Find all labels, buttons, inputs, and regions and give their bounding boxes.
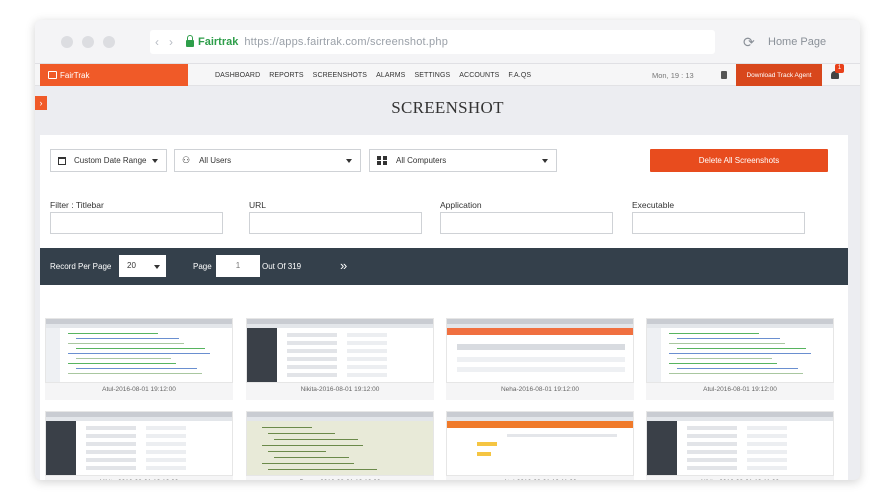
window-controls <box>61 36 115 48</box>
minimize-window-button[interactable] <box>82 36 94 48</box>
maximize-window-button[interactable] <box>103 36 115 48</box>
date-range-value: Custom Date Range <box>74 156 147 165</box>
calendar-icon <box>58 156 66 165</box>
users-value: All Users <box>199 156 232 165</box>
screenshot-image[interactable] <box>246 318 434 383</box>
screenshot-image[interactable] <box>646 318 834 383</box>
url-filter-input[interactable] <box>249 212 422 234</box>
page-number-input[interactable]: 1 <box>216 255 260 277</box>
browser-chrome: ‹ › Fairtrak https://apps.fairtrak.com/s… <box>35 20 860 64</box>
screenshot-thumbnail[interactable]: Pavan-2016-08-01 19:12:00 <box>246 411 434 480</box>
page-title: SCREENSHOT <box>391 98 504 117</box>
screenshot-thumbnail[interactable]: Atul-2016-08-01 19:12:00 <box>646 318 834 400</box>
screenshot-caption: Nikita-2016-08-01 19:12:00 <box>300 386 380 393</box>
screenshot-thumbnail[interactable]: Atul-2016-08-01 19:11:00 <box>446 411 634 480</box>
app-top-nav: FairTrak DASHBOARD REPORTS SCREENSHOTS A… <box>35 64 860 86</box>
screenshot-image[interactable] <box>45 318 233 383</box>
brand-logo[interactable]: FairTrak <box>40 64 188 86</box>
screenshot-thumbnail[interactable]: Nikita-2016-08-01 19:11:00 <box>646 411 834 480</box>
reload-icon[interactable]: ⟳ <box>743 34 755 51</box>
back-arrow-icon[interactable]: ‹ <box>150 35 164 49</box>
titlebar-filter-input[interactable] <box>50 212 223 234</box>
home-page-link[interactable]: Home Page <box>768 36 826 48</box>
download-track-agent-button[interactable]: Download Track Agent <box>736 64 822 86</box>
menu-item-faqs[interactable]: F.A.QS <box>508 72 531 79</box>
screenshot-caption: Atul-2016-08-01 19:12:00 <box>102 386 176 393</box>
screenshot-thumbnail[interactable]: Neha-2016-08-01 19:12:00 <box>446 318 634 400</box>
page-total-label: Out Of 319 <box>262 262 302 271</box>
screenshot-caption: Neha-2016-08-01 19:12:00 <box>500 386 580 393</box>
chevron-down-icon <box>152 159 158 163</box>
executable-filter-label: Executable <box>632 200 675 210</box>
executable-filter-input[interactable] <box>632 212 805 234</box>
users-dropdown[interactable]: ⚇ All Users <box>174 149 361 172</box>
site-name: Fairtrak <box>198 36 239 48</box>
delete-all-screenshots-button[interactable]: Delete All Screenshots <box>650 149 828 172</box>
next-page-icon[interactable]: » <box>340 258 347 273</box>
forward-arrow-icon[interactable]: › <box>164 35 178 49</box>
chevron-down-icon <box>542 159 548 163</box>
screenshot-thumbnail[interactable]: Nikita-2016-08-01 19:12:00 <box>45 411 233 480</box>
lock-icon <box>186 35 194 47</box>
screenshot-caption: Pavan-2016-08-01 19:12:00 <box>246 479 434 480</box>
screenshot-caption: Nikita-2016-08-01 19:11:00 <box>646 479 834 480</box>
menu-item-accounts[interactable]: ACCOUNTS <box>459 72 499 79</box>
monitor-icon <box>48 71 57 79</box>
titlebar-filter-label: Filter : Titlebar <box>50 200 104 210</box>
notification-badge: 1 <box>835 64 844 73</box>
screenshot-image[interactable] <box>446 411 634 476</box>
menu-item-settings[interactable]: SETTINGS <box>414 72 450 79</box>
url-filter-label: URL <box>249 200 267 210</box>
chevron-down-icon <box>154 265 160 269</box>
chevron-down-icon <box>346 159 352 163</box>
application-filter-input[interactable] <box>440 212 613 234</box>
computers-value: All Computers <box>396 156 447 165</box>
current-datetime: Mon, 19 : 13 <box>652 71 694 80</box>
screenshot-image[interactable] <box>246 411 434 476</box>
screenshot-panel: Custom Date Range ⚇ All Users All Comput… <box>40 135 848 480</box>
url-text: https://apps.fairtrak.com/screenshot.php <box>244 36 449 48</box>
screenshot-caption: Atul-2016-08-01 19:12:00 <box>703 386 777 393</box>
users-icon: ⚇ <box>182 155 191 165</box>
browser-window: ‹ › Fairtrak https://apps.fairtrak.com/s… <box>35 20 860 480</box>
record-per-page-label: Record Per Page <box>50 262 112 271</box>
brand-name: FairTrak <box>60 70 90 80</box>
screenshot-thumbnail[interactable]: Atul-2016-08-01 19:12:00 <box>45 318 233 400</box>
date-range-dropdown[interactable]: Custom Date Range <box>50 149 167 172</box>
page-label: Page <box>193 262 212 271</box>
screenshot-caption: Nikita-2016-08-01 19:12:00 <box>45 479 233 480</box>
pagination-bar: Record Per Page 20 Page 1 Out Of 319 » <box>40 248 848 285</box>
application-filter-label: Application <box>440 200 482 210</box>
document-icon[interactable] <box>721 71 727 79</box>
screenshot-image[interactable] <box>446 318 634 383</box>
screenshot-image[interactable] <box>45 411 233 476</box>
screenshot-thumbnail[interactable]: Nikita-2016-08-01 19:12:00 <box>246 318 434 400</box>
menu-item-reports[interactable]: REPORTS <box>269 72 303 79</box>
records-per-page-select[interactable]: 20 <box>119 255 166 277</box>
menu-item-alarms[interactable]: ALARMS <box>376 72 405 79</box>
computers-icon <box>377 156 387 165</box>
main-menu: DASHBOARD REPORTS SCREENSHOTS ALARMS SET… <box>215 64 531 86</box>
records-per-page-value: 20 <box>127 261 136 270</box>
screenshot-caption: Atul-2016-08-01 19:11:00 <box>446 479 634 480</box>
screenshot-image[interactable] <box>646 411 834 476</box>
computers-dropdown[interactable]: All Computers <box>369 149 557 172</box>
address-bar[interactable]: ‹ › Fairtrak https://apps.fairtrak.com/s… <box>150 30 715 54</box>
menu-item-screenshots[interactable]: SCREENSHOTS <box>313 72 367 79</box>
menu-item-dashboard[interactable]: DASHBOARD <box>215 72 260 79</box>
close-window-button[interactable] <box>61 36 73 48</box>
